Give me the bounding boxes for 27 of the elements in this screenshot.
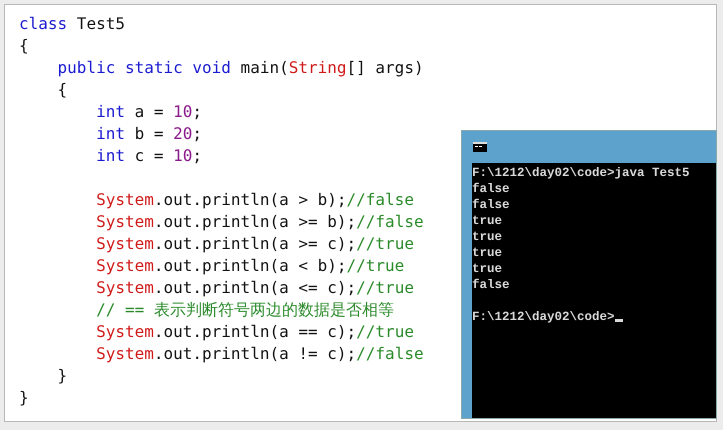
code-line: System.out.println(a >= b);//false xyxy=(95,211,424,233)
code-line: // == 表示判断符号两边的数据是否相等 xyxy=(95,299,394,321)
console-line: true xyxy=(472,245,502,261)
console-line: F:\1212\day02\code>java Test5 xyxy=(472,165,690,181)
code-line: class Test5 xyxy=(19,13,125,35)
code-line: int a = 10; xyxy=(95,101,202,123)
console-icon xyxy=(473,142,487,152)
code-line: System.out.println(a <= c);//true xyxy=(95,277,414,299)
code-line: { xyxy=(19,35,29,57)
code-line: public static void main(String[] args) xyxy=(56,57,424,79)
console-line: true xyxy=(472,261,502,277)
code-line: } xyxy=(19,387,29,409)
code-line: int c = 10; xyxy=(95,145,202,167)
console-line: true xyxy=(472,229,502,245)
code-line: int b = 20; xyxy=(95,123,202,145)
console-line: true xyxy=(472,213,502,229)
code-line: } xyxy=(56,365,68,387)
code-line: System.out.println(a == c);//true xyxy=(95,321,414,343)
code-line: System.out.println(a < b);//true xyxy=(95,255,404,277)
code-line: { xyxy=(56,79,68,101)
console-line: false xyxy=(472,181,510,197)
console-line: false xyxy=(472,197,510,213)
console-line: F:\1212\day02\code> xyxy=(472,309,623,325)
console-line: false xyxy=(472,277,510,293)
code-line: System.out.println(a > b);//false xyxy=(95,189,414,211)
code-line: System.out.println(a != c);//false xyxy=(95,343,424,365)
code-line: System.out.println(a >= c);//true xyxy=(95,233,414,255)
